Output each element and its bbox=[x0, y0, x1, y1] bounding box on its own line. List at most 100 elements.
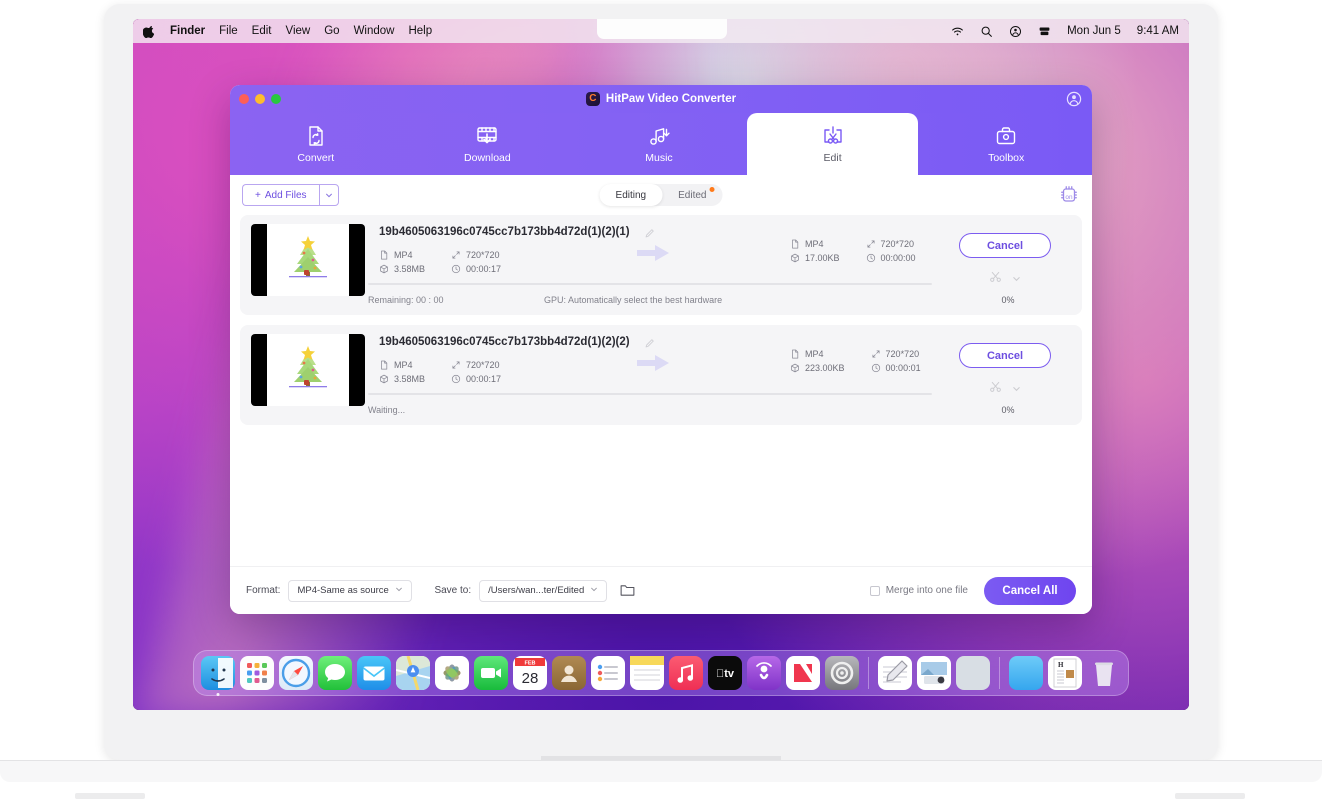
video-thumbnail[interactable] bbox=[251, 224, 365, 296]
dock-item-safari[interactable] bbox=[279, 656, 313, 690]
tab-editing[interactable]: Editing bbox=[599, 184, 663, 206]
dock-item-messages[interactable] bbox=[318, 656, 352, 690]
nav-tab-convert[interactable]: Convert bbox=[230, 113, 402, 175]
hitpaw-app-window: C HitPaw Video Converter Convert Downloa… bbox=[230, 85, 1092, 614]
dock-item-blank-app[interactable] bbox=[956, 656, 990, 690]
merge-into-one-file-option[interactable]: Merge into one file bbox=[869, 585, 968, 596]
menu-item-edit[interactable]: Edit bbox=[252, 25, 272, 37]
laptop-frame: Finder File Edit View Go Window Help Mon… bbox=[0, 0, 1322, 800]
resolution-icon bbox=[452, 251, 460, 259]
dock-item-launchpad[interactable] bbox=[240, 656, 274, 690]
account-icon[interactable] bbox=[1066, 91, 1082, 107]
edited-badge-dot bbox=[709, 187, 715, 192]
menu-item-finder[interactable]: Finder bbox=[170, 25, 205, 37]
menu-item-help[interactable]: Help bbox=[408, 25, 432, 37]
minimize-button[interactable] bbox=[255, 94, 265, 104]
nav-tab-toolbox[interactable]: Toolbox bbox=[920, 113, 1092, 175]
menu-item-view[interactable]: View bbox=[286, 25, 311, 37]
value: 223.00KB bbox=[805, 363, 845, 373]
dock-item-appletv[interactable]: tv bbox=[708, 656, 742, 690]
nav-tab-label: Convert bbox=[297, 152, 335, 164]
nav-tab-edit[interactable]: Edit bbox=[746, 113, 919, 175]
nav-tab-label: Edit bbox=[823, 152, 842, 164]
add-files-dropdown-button[interactable] bbox=[318, 184, 339, 206]
file-icon bbox=[381, 250, 388, 260]
laptop-foot-left bbox=[75, 793, 145, 799]
search-icon[interactable] bbox=[980, 25, 993, 38]
nav-tab-download[interactable]: Download bbox=[402, 113, 574, 175]
merge-checkbox[interactable] bbox=[869, 585, 880, 596]
merge-label: Merge into one file bbox=[885, 585, 968, 596]
rename-pencil-icon[interactable] bbox=[644, 336, 655, 348]
save-to-label: Save to: bbox=[434, 585, 472, 596]
dock-item-maps[interactable] bbox=[396, 656, 430, 690]
rename-pencil-icon[interactable] bbox=[644, 226, 655, 238]
tab-edited[interactable]: Edited bbox=[662, 184, 722, 206]
dock-item-facetime[interactable] bbox=[474, 656, 508, 690]
maximize-button[interactable] bbox=[271, 94, 281, 104]
close-button[interactable] bbox=[239, 94, 249, 104]
value: 17.00KB bbox=[805, 253, 840, 263]
menu-item-window[interactable]: Window bbox=[354, 25, 395, 37]
siri-icon[interactable] bbox=[1038, 25, 1051, 38]
dock-item-textedit[interactable] bbox=[878, 656, 912, 690]
menubar-time[interactable]: 9:41 AM bbox=[1137, 25, 1179, 37]
dock-item-photos[interactable] bbox=[435, 656, 469, 690]
dock-item-trash[interactable] bbox=[1087, 656, 1121, 690]
source-size: 3.58MB bbox=[379, 264, 425, 274]
dock-item-contacts[interactable] bbox=[552, 656, 586, 690]
source-duration: 00:00:17 bbox=[451, 374, 501, 384]
dock-item-news[interactable] bbox=[786, 656, 820, 690]
thumbnail-frame bbox=[267, 224, 349, 296]
dock-item-notes[interactable] bbox=[630, 656, 664, 690]
add-files-button[interactable]: + Add Files bbox=[242, 184, 319, 206]
output-format: MP4 bbox=[790, 239, 840, 249]
dock-item-document[interactable]: H bbox=[1048, 656, 1082, 690]
scissors-icon[interactable] bbox=[989, 270, 1002, 288]
laptop-foot-right bbox=[1175, 793, 1245, 799]
dock-item-downloads-folder[interactable] bbox=[1009, 656, 1043, 690]
tab-edited-label: Edited bbox=[678, 189, 707, 201]
menubar-date[interactable]: Mon Jun 5 bbox=[1067, 25, 1121, 37]
value: 3.58MB bbox=[394, 264, 426, 274]
cancel-button[interactable]: Cancel bbox=[959, 343, 1051, 368]
folder-icon[interactable] bbox=[619, 582, 636, 599]
app-nav-tabs: Convert Download Music Edit Toolbox bbox=[230, 113, 1092, 175]
video-thumbnail[interactable] bbox=[251, 334, 365, 406]
format-select[interactable]: MP4-Same as source bbox=[288, 579, 413, 602]
file-row-status: Waiting... 0% bbox=[368, 405, 1068, 415]
nav-tab-music[interactable]: Music bbox=[573, 113, 745, 175]
dock-item-mail[interactable] bbox=[357, 656, 391, 690]
gpu-chip-on-icon[interactable]: on bbox=[1058, 184, 1080, 206]
dock-item-calendar[interactable]: FEB 28 bbox=[513, 656, 547, 690]
size-icon bbox=[791, 363, 799, 373]
scissors-icon[interactable] bbox=[989, 380, 1002, 398]
cancel-all-button[interactable]: Cancel All bbox=[984, 576, 1076, 605]
apple-icon[interactable] bbox=[143, 25, 156, 38]
wifi-icon[interactable] bbox=[951, 25, 964, 38]
save-to-select[interactable]: /Users/wan...ter/Edited bbox=[479, 579, 608, 602]
output-resolution: 720*720 bbox=[866, 239, 916, 249]
file-row[interactable]: 19b4605063196c0745cc7b173bb4d72d(1)(2)(1… bbox=[240, 215, 1082, 315]
output-duration: 00:00:00 bbox=[866, 253, 916, 263]
file-icon bbox=[792, 239, 799, 249]
file-row[interactable]: 19b4605063196c0745cc7b173bb4d72d(1)(2)(2… bbox=[240, 325, 1082, 425]
dock-item-system-settings[interactable] bbox=[825, 656, 859, 690]
value: 720*720 bbox=[885, 349, 920, 359]
chevron-down-icon[interactable] bbox=[1012, 380, 1021, 398]
cancel-button[interactable]: Cancel bbox=[959, 233, 1051, 258]
toolbox-icon bbox=[994, 124, 1018, 148]
dock-item-podcasts[interactable] bbox=[747, 656, 781, 690]
menu-item-go[interactable]: Go bbox=[324, 25, 339, 37]
app-bottom-bar: Format: MP4-Same as source Save to: /Use… bbox=[230, 566, 1092, 614]
dock-item-preview[interactable] bbox=[917, 656, 951, 690]
output-size: 223.00KB bbox=[790, 363, 845, 373]
dock-item-reminders[interactable] bbox=[591, 656, 625, 690]
window-controls bbox=[239, 94, 281, 104]
control-center-icon[interactable] bbox=[1009, 25, 1022, 38]
menu-item-file[interactable]: File bbox=[219, 25, 238, 37]
file-icon bbox=[792, 349, 799, 359]
dock-item-finder[interactable] bbox=[201, 656, 235, 696]
chevron-down-icon[interactable] bbox=[1012, 270, 1021, 288]
dock-item-music[interactable] bbox=[669, 656, 703, 690]
